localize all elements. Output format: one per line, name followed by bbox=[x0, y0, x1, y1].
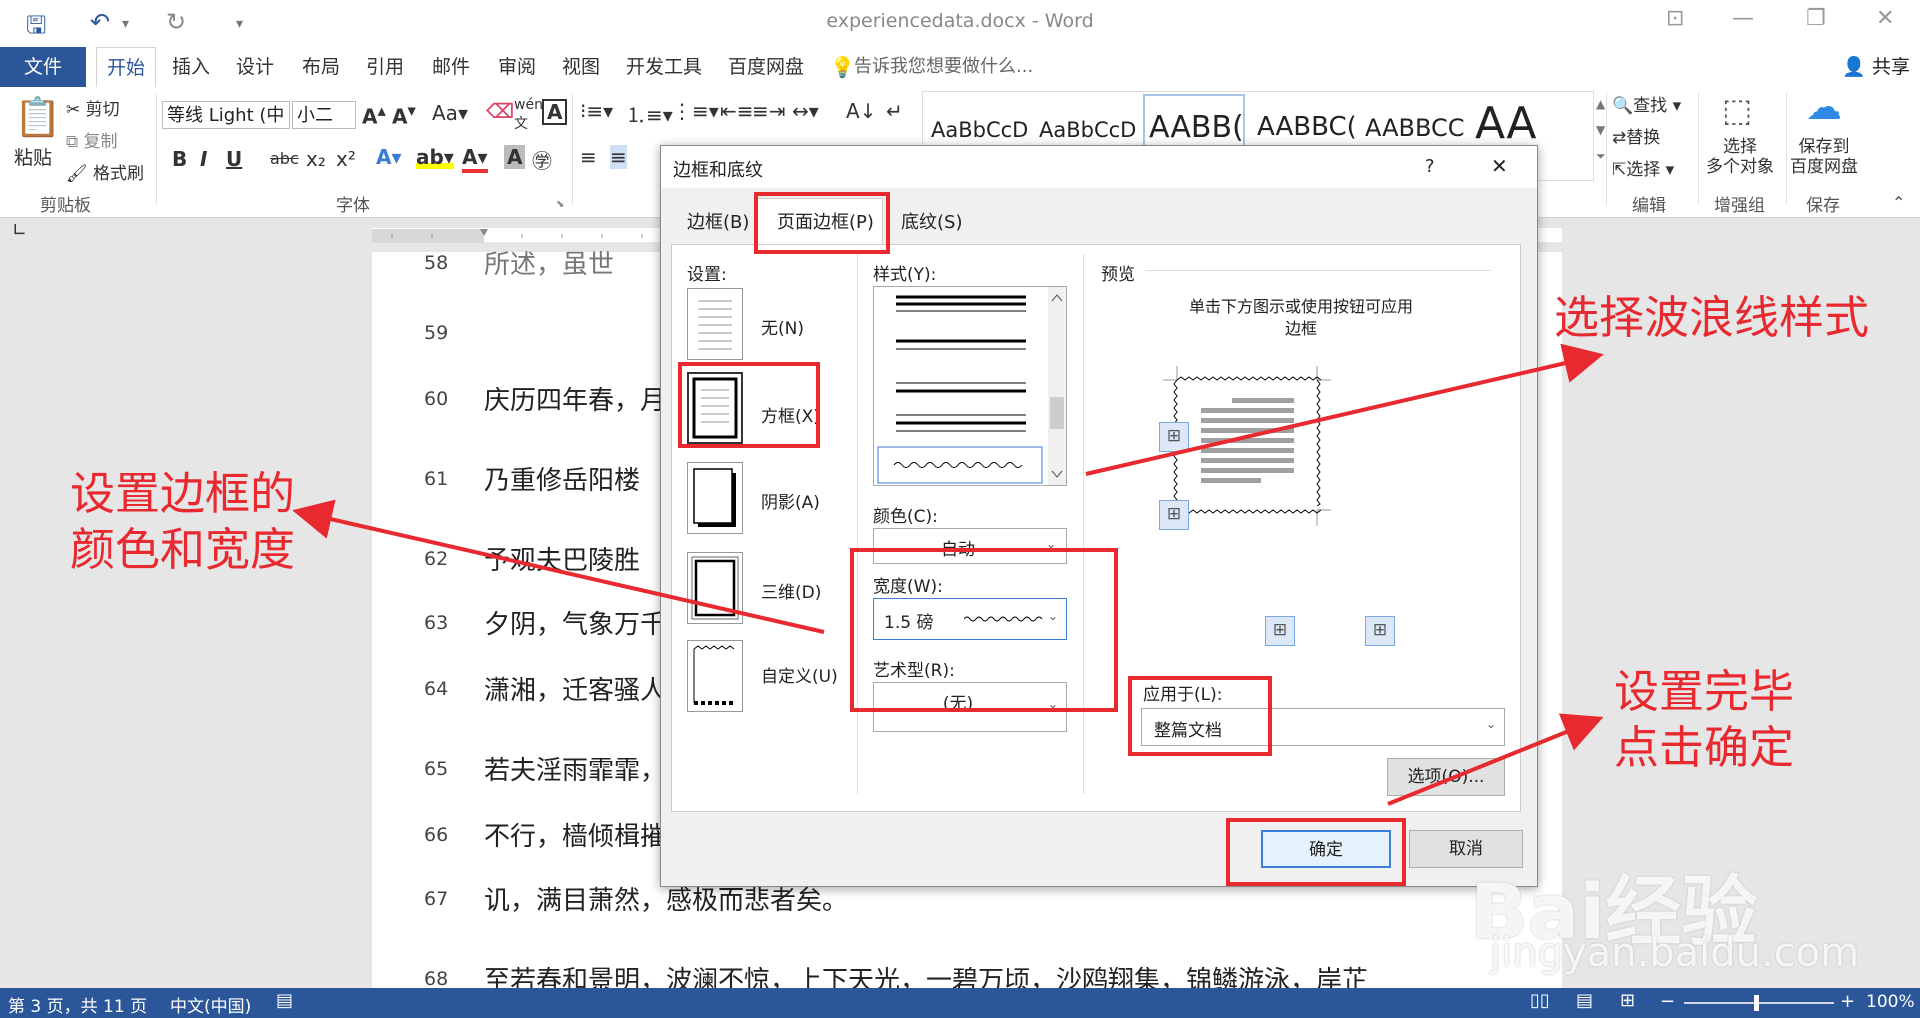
annotation-wave-style: 选择波浪线样式 bbox=[1554, 291, 1870, 344]
annotation-done: 设置完毕 点击确定 bbox=[1614, 665, 1795, 774]
baidu-watermark-url: jingyan.baidu.com bbox=[1490, 930, 1860, 976]
annotation-color-width: 设置边框的 颜色和宽度 bbox=[70, 467, 296, 576]
